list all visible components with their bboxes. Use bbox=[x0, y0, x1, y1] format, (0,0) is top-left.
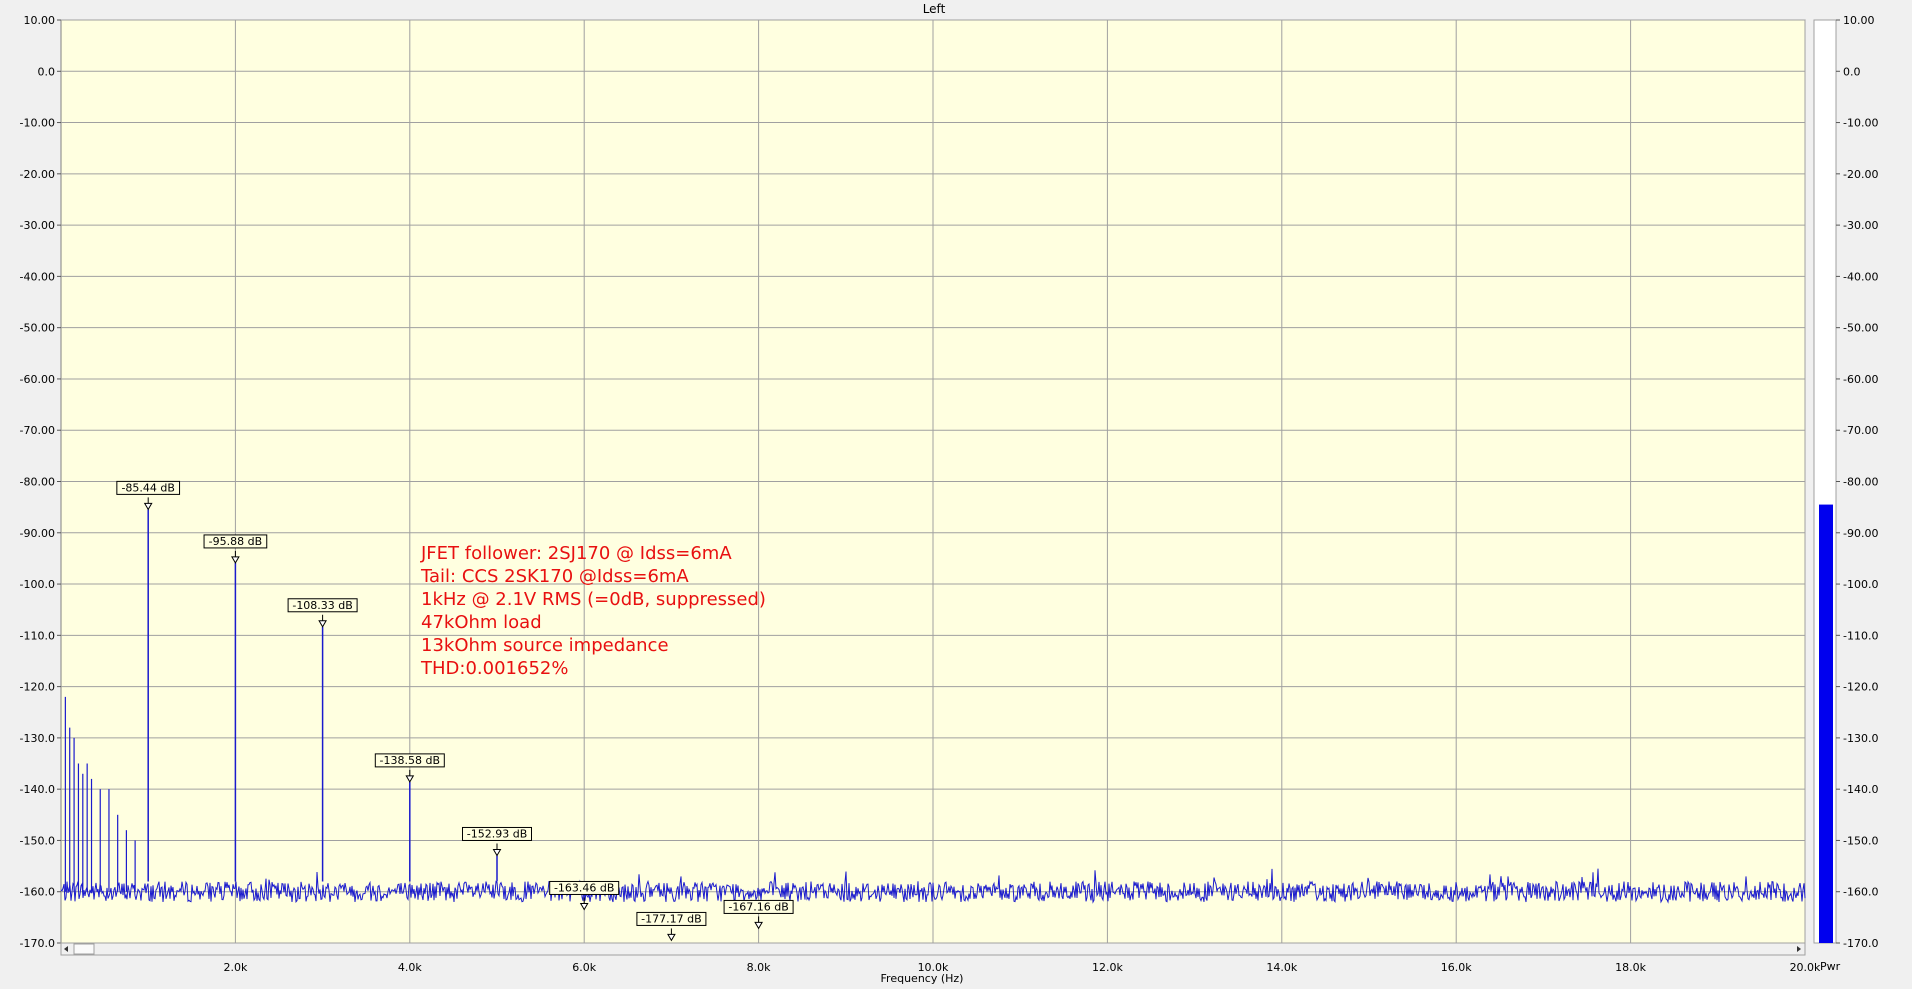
meter-tick-label: -130.0 bbox=[1843, 732, 1878, 745]
x-tick-label: 8.0k bbox=[747, 961, 771, 974]
y-tick-label: 0.0 bbox=[38, 65, 56, 78]
y-tick-label: -120.0 bbox=[20, 681, 55, 694]
x-tick-label: 6.0k bbox=[572, 961, 596, 974]
y-tick-label: -70.00 bbox=[20, 424, 55, 437]
x-tick-label: 12.0k bbox=[1092, 961, 1123, 974]
meter-tick-label: -170.0 bbox=[1843, 937, 1878, 950]
spectrum-chart: Left 10.00 0.0 -10.00 -20.00 -30.00 -40.00 -50… bbox=[0, 0, 1912, 985]
annotation-line: THD:0.001652% bbox=[420, 658, 568, 679]
meter-tick-label: -90.00 bbox=[1843, 527, 1878, 540]
y-tick-label: -140.0 bbox=[20, 783, 55, 796]
y-tick-label: -80.00 bbox=[20, 476, 55, 489]
y-tick-label: -40.00 bbox=[20, 270, 55, 283]
y-tick-label: -110.0 bbox=[20, 629, 55, 642]
horizontal-scrollbar[interactable] bbox=[60, 942, 1806, 956]
scrollbar-track[interactable] bbox=[60, 942, 1806, 956]
meter-tick-label: -100.0 bbox=[1843, 578, 1878, 591]
y-tick-label: -60.00 bbox=[20, 373, 55, 386]
marker-label: -163.46 dB bbox=[554, 881, 614, 894]
x-tick-label: 14.0k bbox=[1266, 961, 1297, 974]
meter-tick-label: -40.00 bbox=[1843, 270, 1878, 283]
y-tick-label: 10.00 bbox=[24, 14, 56, 27]
spectrum-analyzer-window: Left 10.00 0.0 -10.00 -20.00 -30.00 -40.00 -50… bbox=[0, 0, 1912, 985]
y-tick-label: -100.0 bbox=[20, 578, 55, 591]
x-tick-label: 16.0k bbox=[1441, 961, 1472, 974]
y-tick-label: -130.0 bbox=[20, 732, 55, 745]
meter-tick-label: -160.0 bbox=[1843, 886, 1878, 899]
marker-label: -152.93 dB bbox=[467, 827, 527, 840]
meter-tick-label: -120.0 bbox=[1843, 681, 1878, 694]
marker-label: -167.16 dB bbox=[728, 900, 788, 913]
x-tick-label: 4.0k bbox=[398, 961, 422, 974]
meter-tick-label: -150.0 bbox=[1843, 834, 1878, 847]
y-tick-label: -30.00 bbox=[20, 219, 55, 232]
y-tick-label: -160.0 bbox=[20, 886, 55, 899]
x-tick-label: 18.0k bbox=[1615, 961, 1646, 974]
meter-tick-label: -50.00 bbox=[1843, 322, 1878, 335]
y-tick-label: -170.0 bbox=[20, 937, 55, 950]
meter-tick-label: -140.0 bbox=[1843, 783, 1878, 796]
annotation-line: 1kHz @ 2.1V RMS (=0dB, suppressed) bbox=[421, 589, 766, 610]
y-tick-label: -20.00 bbox=[20, 168, 55, 181]
x-tick-label: 20.0k bbox=[1790, 961, 1821, 974]
meter-label: Pwr bbox=[1820, 960, 1841, 973]
meter-tick-label: -110.0 bbox=[1843, 629, 1878, 642]
marker-label: -95.88 dB bbox=[209, 535, 263, 548]
annotation-line: JFET follower: 2SJ170 @ Idss=6mA bbox=[420, 543, 732, 564]
annotation-line: Tail: CCS 2SK170 @Idss=6mA bbox=[420, 566, 689, 587]
meter-tick-label: -20.00 bbox=[1843, 168, 1878, 181]
y-tick-label: -50.00 bbox=[20, 322, 55, 335]
meter-tick-label: -70.00 bbox=[1843, 424, 1878, 437]
meter-tick-label: -60.00 bbox=[1843, 373, 1878, 386]
chart-title: Left bbox=[923, 2, 946, 16]
meter-tick-label: 0.0 bbox=[1843, 65, 1861, 78]
meter-tick-label: -30.00 bbox=[1843, 219, 1878, 232]
meter-tick-label: -80.00 bbox=[1843, 476, 1878, 489]
y-tick-label: -150.0 bbox=[20, 834, 55, 847]
marker-label: -85.44 dB bbox=[121, 481, 175, 494]
marker-label: -177.17 dB bbox=[641, 912, 701, 925]
annotation-line: 47kOhm load bbox=[421, 612, 542, 633]
x-tick-label: 2.0k bbox=[223, 961, 247, 974]
y-tick-label: -90.00 bbox=[20, 527, 55, 540]
y-tick-label: -10.00 bbox=[20, 117, 55, 130]
marker-label: -138.58 dB bbox=[380, 754, 440, 767]
meter-tick-label: -10.00 bbox=[1843, 117, 1878, 130]
meter-tick-label: 10.00 bbox=[1843, 14, 1875, 27]
annotation-line: 13kOhm source impedance bbox=[421, 635, 669, 656]
marker-label: -108.33 dB bbox=[292, 599, 352, 612]
meter-level-bar bbox=[1819, 504, 1833, 943]
x-axis-label: Frequency (Hz) bbox=[881, 972, 964, 985]
scrollbar-thumb[interactable] bbox=[73, 943, 95, 955]
